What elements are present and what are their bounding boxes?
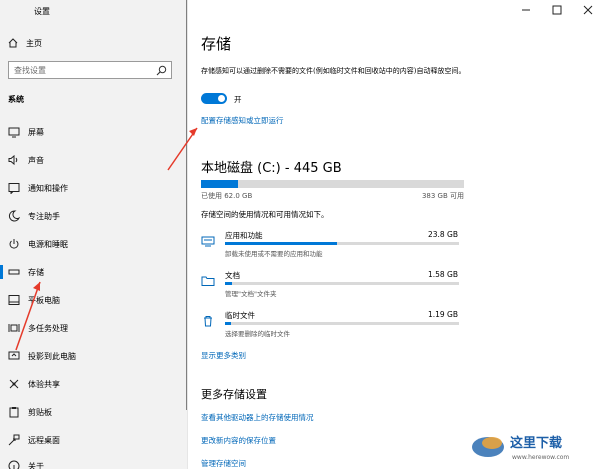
- category-subtext: 选择要删除的临时文件: [225, 330, 290, 338]
- moon-icon: [8, 210, 20, 222]
- sidebar-item-label: 远程桌面: [28, 436, 60, 445]
- home-link[interactable]: 主页: [8, 36, 42, 50]
- category-bar: [225, 242, 459, 245]
- disk-title: 本地磁盘 (C:) - 445 GB: [201, 161, 342, 176]
- sidebar-item-tablet[interactable]: 平板电脑: [0, 289, 188, 311]
- tablet-icon: [8, 295, 20, 305]
- sidebar-item-label: 通知和操作: [28, 184, 68, 193]
- sidebar-item-focus-assist[interactable]: 专注助手: [0, 205, 188, 227]
- pane-divider: [187, 0, 188, 469]
- trash-icon: [204, 316, 212, 327]
- close-icon[interactable]: [582, 4, 594, 16]
- more-storage-settings-title: 更多存储设置: [201, 388, 267, 401]
- category-size: 1.58 GB: [427, 270, 458, 279]
- sidebar-item-label: 声音: [28, 156, 44, 165]
- view-other-drives-link[interactable]: 查看其他驱动器上的存储使用情况: [201, 412, 314, 423]
- power-icon: [9, 239, 19, 249]
- toggle-state-label: 开: [234, 95, 242, 104]
- category-size: 1.19 GB: [427, 310, 458, 319]
- sidebar-item-clipboard[interactable]: 剪贴板: [0, 401, 188, 423]
- sidebar-item-label: 体验共享: [28, 380, 60, 389]
- speaker-icon: [8, 154, 18, 166]
- home-label: 主页: [26, 38, 42, 48]
- section-title: 系统: [8, 95, 24, 104]
- project-icon: [8, 351, 20, 360]
- sidebar-item-notifications[interactable]: 通知和操作: [0, 177, 188, 199]
- apps-icon: [201, 236, 215, 247]
- storage-sense-description: 存储感知可以通过删除不需要的文件(例如临时文件和回收站中的内容)自动释放空间。: [201, 67, 466, 75]
- minimize-icon[interactable]: [520, 4, 532, 16]
- watermark-logo: 这里下载 www.herewow.com: [470, 425, 596, 465]
- notification-icon: [8, 183, 20, 194]
- sidebar-item-label: 电源和睡眠: [28, 240, 68, 249]
- sidebar-item-project[interactable]: 投影到此电脑: [0, 345, 188, 367]
- sidebar-item-label: 平板电脑: [28, 296, 60, 305]
- home-icon: [8, 38, 18, 48]
- search-box[interactable]: [8, 61, 172, 79]
- sidebar: 设置 主页 系统 屏幕 声音 通知和操作 专注助手 电源和睡眠 存储: [0, 0, 188, 469]
- search-input[interactable]: [9, 62, 153, 78]
- sidebar-item-label: 多任务处理: [28, 324, 68, 333]
- category-size: 23.8 GB: [427, 230, 458, 239]
- disk-usage-bar: [201, 180, 464, 188]
- sidebar-item-label: 屏幕: [28, 128, 44, 137]
- disk-usage-fill: [201, 180, 238, 188]
- sidebar-item-about[interactable]: 关于: [0, 455, 188, 469]
- window-title: 设置: [34, 7, 50, 16]
- category-bar-fill: [225, 322, 231, 325]
- watermark-url: www.herewow.com: [512, 454, 569, 461]
- configure-storage-sense-link[interactable]: 配置存储感知或立即运行: [201, 115, 284, 126]
- clipboard-icon: [9, 407, 19, 418]
- watermark-text: 这里下载: [510, 435, 562, 451]
- change-save-location-link[interactable]: 更改新内容的保存位置: [201, 435, 276, 446]
- sidebar-item-label: 专注助手: [28, 212, 60, 221]
- sidebar-item-label: 投影到此电脑: [28, 352, 76, 361]
- folder-icon: [201, 276, 215, 286]
- monitor-icon: [8, 127, 20, 138]
- toggle-knob: [218, 95, 225, 102]
- sidebar-item-label: 关于: [28, 462, 44, 469]
- share-icon: [9, 379, 19, 389]
- category-bar: [225, 322, 459, 325]
- disk-used-label: 已使用 62.0 GB: [201, 192, 253, 200]
- sidebar-item-label: 存储: [28, 268, 44, 277]
- page-title: 存储: [201, 35, 232, 53]
- category-subtext: 卸载未使用或不需要的应用和功能: [225, 250, 323, 258]
- show-more-categories-link[interactable]: 显示更多类别: [201, 350, 246, 361]
- sidebar-scrollbar[interactable]: [186, 0, 187, 410]
- sidebar-item-multitasking[interactable]: 多任务处理: [0, 317, 188, 339]
- selection-indicator: [0, 265, 3, 279]
- storage-icon: [8, 269, 20, 275]
- disk-available-label: 383 GB 可用: [421, 192, 464, 200]
- storage-sense-toggle[interactable]: [201, 93, 227, 104]
- category-bar: [225, 282, 459, 285]
- info-icon: [8, 460, 20, 469]
- multitask-icon: [8, 324, 20, 332]
- category-name: 文档: [225, 271, 240, 280]
- manage-storage-spaces-link[interactable]: 管理存储空间: [201, 458, 246, 469]
- remote-desktop-icon: [8, 434, 20, 446]
- category-apps[interactable]: 应用和功能 23.8 GB 卸载未使用或不需要的应用和功能: [201, 229, 464, 269]
- category-bar-fill: [225, 242, 338, 245]
- sidebar-item-remote-desktop[interactable]: 远程桌面: [0, 429, 188, 451]
- watermark-emblem: 这里下载 www.herewow.com: [472, 435, 569, 461]
- category-temp-files[interactable]: 临时文件 1.19 GB 选择要删除的临时文件: [201, 309, 464, 349]
- category-name: 应用和功能: [225, 231, 263, 240]
- sidebar-item-display[interactable]: 屏幕: [0, 121, 188, 143]
- category-documents[interactable]: 文档 1.58 GB 管理"文档"文件夹: [201, 269, 464, 309]
- search-icon[interactable]: [156, 65, 167, 76]
- sidebar-item-sound[interactable]: 声音: [0, 149, 188, 171]
- sidebar-item-shared-experiences[interactable]: 体验共享: [0, 373, 188, 395]
- category-subtext: 管理"文档"文件夹: [225, 290, 277, 298]
- sidebar-item-label: 剪贴板: [28, 408, 52, 417]
- category-bar-fill: [225, 282, 233, 285]
- category-name: 临时文件: [225, 311, 255, 320]
- sidebar-item-storage[interactable]: 存储: [0, 261, 188, 283]
- usage-description: 存储空间的使用情况和可用情况如下。: [201, 210, 329, 219]
- maximize-icon[interactable]: [551, 4, 563, 16]
- sidebar-item-power[interactable]: 电源和睡眠: [0, 233, 188, 255]
